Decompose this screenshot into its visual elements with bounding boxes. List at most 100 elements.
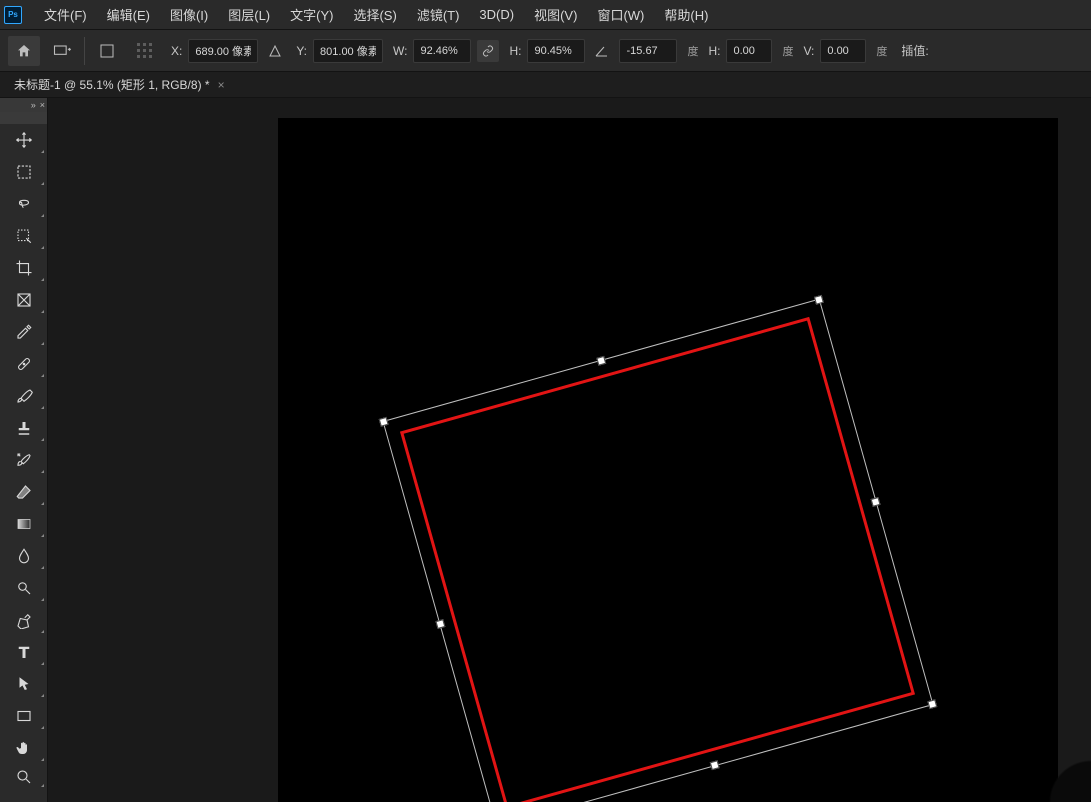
historybrush-icon	[15, 451, 33, 469]
canvas-area[interactable]	[48, 98, 1091, 802]
h-skew-label: H:	[708, 44, 720, 58]
frame-icon	[15, 291, 33, 309]
rotation-unit: 度	[687, 43, 698, 59]
refpoint-grid-icon	[136, 42, 154, 60]
brush-tool[interactable]	[0, 380, 48, 412]
menu-layer[interactable]: 图层(L)	[218, 0, 280, 30]
x-input[interactable]	[188, 39, 258, 63]
zoom-tool[interactable]	[0, 764, 48, 790]
workspace: » ×	[0, 98, 1091, 802]
transform-icon	[52, 43, 72, 59]
handle-bm[interactable]	[710, 760, 720, 770]
reference-point-toggle[interactable]	[91, 36, 123, 66]
transform-bounding-box[interactable]	[382, 299, 933, 802]
v-skew-unit: 度	[876, 43, 887, 59]
toolbox-header[interactable]: » ×	[0, 98, 47, 112]
path-select-tool[interactable]	[0, 668, 48, 700]
close-panel-icon[interactable]: ×	[40, 100, 45, 110]
app-logo: Ps	[4, 6, 22, 24]
type-icon	[15, 643, 33, 661]
quick-select-tool[interactable]	[0, 220, 48, 252]
options-bar: X: Y: W: H: 度 H: 度 V: 度 插值:	[0, 30, 1091, 72]
rectangle-tool[interactable]	[0, 700, 48, 732]
handle-mr[interactable]	[871, 497, 881, 507]
arrow-icon	[15, 675, 33, 693]
handle-tr[interactable]	[814, 295, 824, 305]
bandaid-icon	[15, 355, 33, 373]
rotation-input[interactable]	[619, 39, 677, 63]
hand-tool[interactable]	[0, 732, 48, 764]
y-label: Y:	[296, 44, 307, 58]
document-tab-bar: 未标题-1 @ 55.1% (矩形 1, RGB/8) * ×	[0, 72, 1091, 98]
menu-window[interactable]: 窗口(W)	[587, 0, 654, 30]
reference-point-grid[interactable]	[129, 36, 161, 66]
move-tool[interactable]	[0, 124, 48, 156]
home-button[interactable]	[8, 36, 40, 66]
eyedropper-icon	[15, 323, 33, 341]
link-icon	[482, 45, 494, 57]
rotation-icon-box	[591, 36, 613, 66]
dodge-tool[interactable]	[0, 572, 48, 604]
relative-position-toggle[interactable]	[264, 36, 286, 66]
eraser-tool[interactable]	[0, 476, 48, 508]
rectangle-icon	[15, 707, 33, 725]
menu-edit[interactable]: 编辑(E)	[97, 0, 160, 30]
brush-icon	[15, 387, 33, 405]
stamp-icon	[15, 419, 33, 437]
menu-type[interactable]: 文字(Y)	[280, 0, 343, 30]
magicwand-icon	[15, 227, 33, 245]
x-label: X:	[171, 44, 182, 58]
h-skew-unit: 度	[782, 43, 793, 59]
zoom-icon	[15, 768, 33, 786]
document-canvas[interactable]	[278, 118, 1058, 802]
document-tab-title: 未标题-1 @ 55.1% (矩形 1, RGB/8) *	[14, 76, 210, 93]
menu-help[interactable]: 帮助(H)	[654, 0, 718, 30]
handle-tm[interactable]	[596, 356, 606, 366]
link-wh-button[interactable]	[477, 40, 499, 62]
marquee-icon	[15, 163, 33, 181]
v-skew-input[interactable]	[820, 39, 866, 63]
smudge-tool[interactable]	[0, 540, 48, 572]
menu-image[interactable]: 图像(I)	[160, 0, 218, 30]
interp-label: 插值:	[901, 42, 928, 59]
gradient-icon	[15, 515, 33, 533]
close-icon[interactable]: ×	[218, 78, 225, 92]
pen-tool[interactable]	[0, 604, 48, 636]
move-icon	[15, 131, 33, 149]
hand-icon	[15, 739, 33, 757]
crop-icon	[15, 259, 33, 277]
history-brush-tool[interactable]	[0, 444, 48, 476]
v-skew-label: V:	[803, 44, 814, 58]
y-input[interactable]	[313, 39, 383, 63]
pen-icon	[15, 611, 33, 629]
droplet-icon	[15, 547, 33, 565]
marquee-tool[interactable]	[0, 156, 48, 188]
crop-tool[interactable]	[0, 252, 48, 284]
handle-ml[interactable]	[435, 619, 445, 629]
lasso-tool[interactable]	[0, 188, 48, 220]
menu-file[interactable]: 文件(F)	[34, 0, 97, 30]
w-input[interactable]	[413, 39, 471, 63]
transform-tool-icon-box[interactable]	[46, 36, 78, 66]
menu-select[interactable]: 选择(S)	[343, 0, 406, 30]
collapse-icon[interactable]: »	[31, 100, 36, 110]
menu-view[interactable]: 视图(V)	[524, 0, 587, 30]
document-tab[interactable]: 未标题-1 @ 55.1% (矩形 1, RGB/8) * ×	[4, 72, 235, 97]
eyedropper-tool[interactable]	[0, 316, 48, 348]
handle-br[interactable]	[927, 699, 937, 709]
handle-tl[interactable]	[379, 417, 389, 427]
stamp-tool[interactable]	[0, 412, 48, 444]
h-label: H:	[509, 44, 521, 58]
eraser-icon	[15, 483, 33, 501]
menu-3d[interactable]: 3D(D)	[469, 1, 524, 28]
menu-filter[interactable]: 滤镜(T)	[407, 0, 470, 30]
frame-tool[interactable]	[0, 284, 48, 316]
type-tool[interactable]	[0, 636, 48, 668]
triangle-icon	[268, 44, 282, 58]
h-input[interactable]	[527, 39, 585, 63]
gradient-tool[interactable]	[0, 508, 48, 540]
lasso-icon	[15, 195, 33, 213]
h-skew-input[interactable]	[726, 39, 772, 63]
healing-tool[interactable]	[0, 348, 48, 380]
angle-icon	[594, 43, 610, 59]
